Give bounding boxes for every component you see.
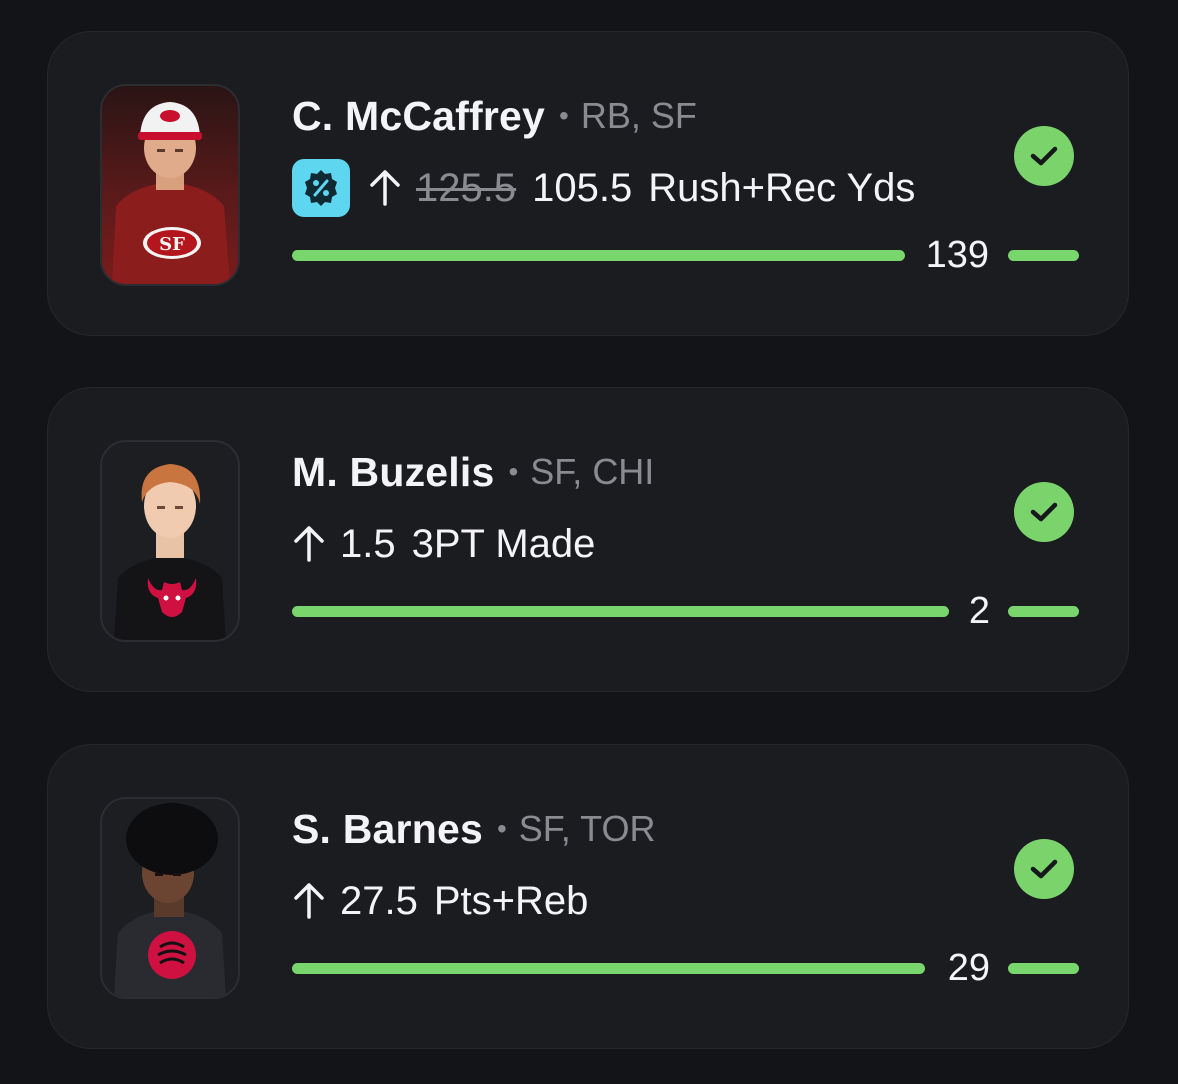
player-name: S. Barnes <box>292 805 483 852</box>
result-value: 2 <box>968 590 990 632</box>
checkmark-icon <box>1014 126 1074 186</box>
stat-type: Pts+Reb <box>433 878 589 923</box>
progress-bar <box>292 963 925 974</box>
player-avatar <box>100 797 240 999</box>
player-name: M. Buzelis <box>292 448 495 495</box>
percent-badge-icon[interactable] <box>292 159 350 217</box>
player-avatar <box>100 440 240 642</box>
line-value: 105.5 <box>532 165 633 210</box>
arrow-up-icon <box>292 524 326 564</box>
progress-tail <box>1008 606 1079 617</box>
line-value: 1.5 <box>340 521 396 566</box>
arrow-up-icon <box>292 881 326 921</box>
progress-bar <box>292 606 949 617</box>
pick-card[interactable]: M. Buzelis • SF, CHI 1.5 3PT Made 2 <box>47 387 1129 692</box>
player-avatar: SF <box>100 84 240 286</box>
progress-tail <box>1008 963 1079 974</box>
progress-row: 139 <box>292 228 1079 284</box>
checkmark-icon <box>1014 839 1074 899</box>
progress-tail <box>1008 250 1079 261</box>
player-meta: SF, TOR <box>518 808 656 849</box>
progress-row: 2 <box>292 584 1079 640</box>
result-value: 139 <box>925 234 989 276</box>
progress-row: 29 <box>292 941 1079 997</box>
progress-bar <box>292 250 905 261</box>
result-value: 29 <box>947 947 990 989</box>
checkmark-icon <box>1014 482 1074 542</box>
separator-dot: • <box>559 100 569 131</box>
projection-line: 27.5 Pts+Reb <box>292 873 588 929</box>
pick-card[interactable]: SF C. McCaffrey • RB, SF 125.5 105.5 Rus… <box>47 31 1129 336</box>
player-header: C. McCaffrey • RB, SF <box>292 90 697 142</box>
player-meta: SF, CHI <box>530 451 655 492</box>
player-header: S. Barnes • SF, TOR <box>292 803 655 855</box>
player-meta: RB, SF <box>580 95 697 136</box>
stat-type: 3PT Made <box>411 521 596 566</box>
stat-type: Rush+Rec Yds <box>648 165 916 210</box>
player-header: M. Buzelis • SF, CHI <box>292 446 654 498</box>
separator-dot: • <box>508 456 519 487</box>
raptors-logo-icon <box>146 929 198 981</box>
player-name: C. McCaffrey <box>292 92 546 139</box>
projection-line: 1.5 3PT Made <box>292 516 595 572</box>
original-line-value: 125.5 <box>416 165 517 210</box>
line-value: 27.5 <box>340 878 418 923</box>
separator-dot: • <box>496 813 507 844</box>
svg-text:SF: SF <box>159 234 185 255</box>
projection-line: 125.5 105.5 Rush+Rec Yds <box>292 159 916 217</box>
pick-card[interactable]: S. Barnes • SF, TOR 27.5 Pts+Reb 29 <box>47 744 1129 1049</box>
arrow-up-icon <box>368 168 402 208</box>
bulls-logo-icon <box>144 572 200 624</box>
49ers-logo-icon: SF <box>142 226 202 260</box>
